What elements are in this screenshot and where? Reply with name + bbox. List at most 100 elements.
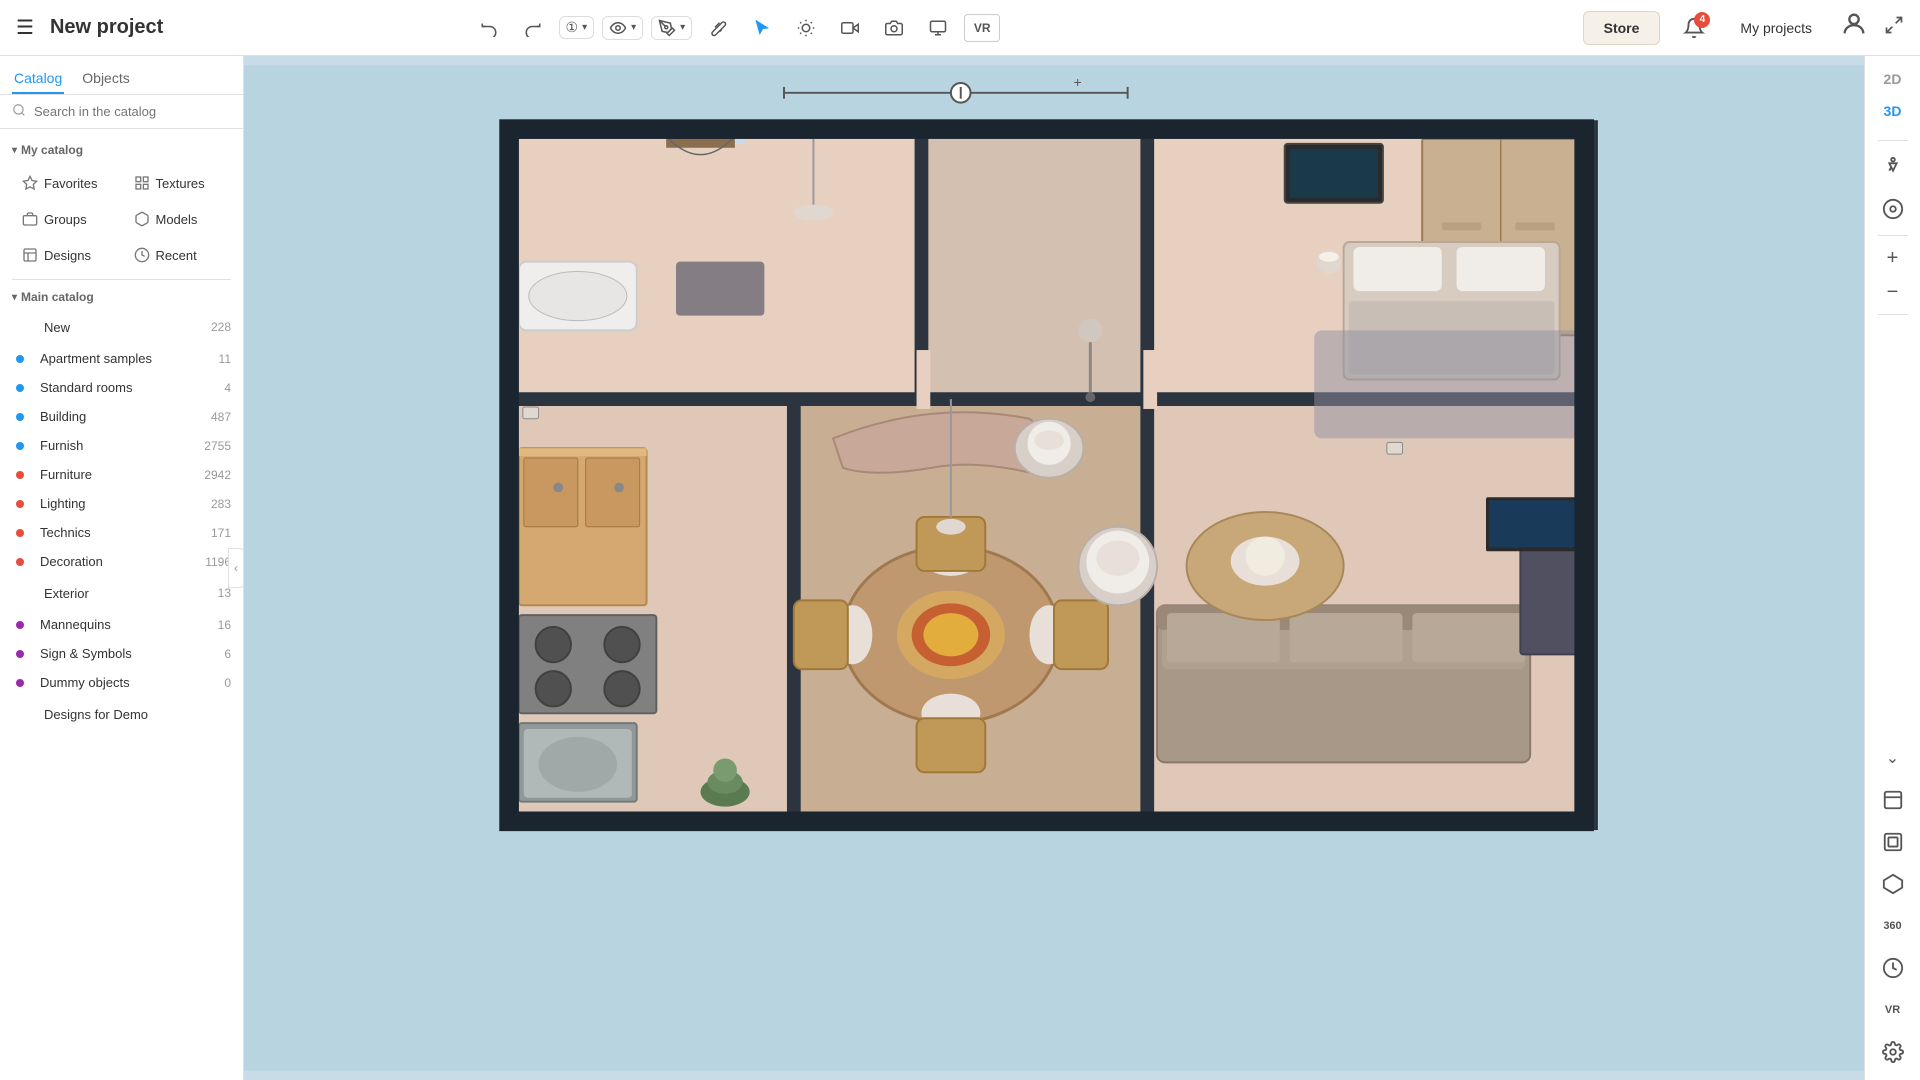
my-catalog-header[interactable]: ▾ My catalog: [0, 137, 243, 163]
main-content: Catalog Objects ▾ My catalog Favorites: [0, 56, 1920, 1080]
right-bottom-tools: ⌄ 360 VR: [1873, 738, 1913, 1072]
catalog-item-exterior[interactable]: Exterior 13: [0, 576, 243, 610]
my-catalog-chevron: ▾: [12, 145, 17, 156]
ruler-button[interactable]: [700, 10, 736, 46]
floor-button[interactable]: [920, 10, 956, 46]
catalog-item-name: Designs for Demo: [44, 707, 148, 722]
step-selector[interactable]: ① ▾: [559, 16, 595, 39]
layer-button[interactable]: [1873, 822, 1913, 862]
catalog-item-furnish[interactable]: Furnish 2755: [0, 431, 243, 460]
step-chevron: ▾: [582, 22, 587, 33]
divider-3: [1878, 314, 1908, 315]
catalog-item-count: 4: [224, 381, 231, 395]
floor-plan-view[interactable]: +: [244, 56, 1864, 1080]
view-360-button[interactable]: 360: [1873, 906, 1913, 946]
fullscreen-button[interactable]: [1884, 15, 1904, 40]
zoom-out-button[interactable]: −: [1873, 276, 1913, 308]
compass-button[interactable]: [1873, 189, 1913, 229]
catalog-item-apartment[interactable]: Apartment samples 11: [0, 344, 243, 373]
catalog-item-building[interactable]: Building 487: [0, 402, 243, 431]
camera-button[interactable]: [832, 10, 868, 46]
catalog-item-designs-demo[interactable]: Designs for Demo: [0, 697, 243, 731]
groups-button[interactable]: Groups: [12, 203, 120, 235]
zoom-in-button[interactable]: +: [1873, 242, 1913, 274]
sun-button[interactable]: [788, 10, 824, 46]
view-3d-button[interactable]: 3D: [1873, 96, 1913, 126]
designs-button[interactable]: Designs: [12, 239, 120, 271]
view-toggle[interactable]: ▾: [602, 16, 643, 40]
account-button[interactable]: [1840, 10, 1868, 45]
catalog-item-dummy[interactable]: Dummy objects 0: [0, 668, 243, 697]
catalog-item-new[interactable]: New 228: [0, 310, 243, 344]
catalog-item-name: Sign & Symbols: [40, 646, 132, 661]
building-dot: [16, 413, 24, 421]
main-catalog-label: Main catalog: [21, 290, 94, 304]
view-2d-button[interactable]: 2D: [1873, 64, 1913, 94]
timeline-button[interactable]: [1873, 948, 1913, 988]
lighting-dot: [16, 500, 24, 508]
catalog-item-name: Apartment samples: [40, 351, 152, 366]
notification-badge: 4: [1694, 12, 1710, 28]
step-label: ①: [566, 19, 579, 36]
recent-label: Recent: [156, 248, 197, 263]
catalog-item-standard[interactable]: Standard rooms 4: [0, 373, 243, 402]
designs-label: Designs: [44, 248, 91, 263]
catalog-item-name: Furnish: [40, 438, 83, 453]
settings-button[interactable]: [1873, 1032, 1913, 1072]
favorites-label: Favorites: [44, 176, 97, 191]
tab-objects[interactable]: Objects: [80, 64, 131, 94]
floor-view-button[interactable]: [1873, 780, 1913, 820]
catalog-item-mannequins[interactable]: Mannequins 16: [0, 610, 243, 639]
right-panel: 2D 3D + − ⌄: [1864, 56, 1920, 1080]
furniture-dot: [16, 471, 24, 479]
main-catalog-header[interactable]: ▾ Main catalog: [0, 284, 243, 310]
divider-2: [1878, 235, 1908, 236]
catalog-item-decoration[interactable]: Decoration 1196: [0, 547, 243, 576]
screenshot-button[interactable]: [876, 10, 912, 46]
my-catalog-items: Favorites Textures Groups Models Designs: [0, 163, 243, 275]
catalog-item-name: Exterior: [44, 586, 89, 601]
exterior-icon: [16, 583, 36, 603]
vr-view-button[interactable]: VR: [1873, 990, 1913, 1030]
tab-catalog[interactable]: Catalog: [12, 64, 64, 94]
notifications-button[interactable]: 4: [1676, 10, 1712, 46]
catalog-item-count: 283: [211, 497, 231, 511]
menu-icon[interactable]: ☰: [16, 15, 34, 40]
catalog-item-furniture[interactable]: Furniture 2942: [0, 460, 243, 489]
vr-button[interactable]: VR: [964, 14, 1000, 42]
sidebar-collapse-button[interactable]: ‹: [228, 548, 244, 588]
catalog-item-technics[interactable]: Technics 171: [0, 518, 243, 547]
catalog-item-count: 2942: [204, 468, 231, 482]
my-catalog-label: My catalog: [21, 143, 83, 157]
cursor-button[interactable]: [744, 10, 780, 46]
app-title: New project: [50, 16, 163, 39]
recent-button[interactable]: Recent: [124, 239, 232, 271]
store-button[interactable]: Store: [1583, 11, 1661, 45]
models-label: Models: [156, 212, 198, 227]
toolbar: ① ▾ ▾ ▾ VR: [471, 10, 1001, 46]
catalog-item-lighting[interactable]: Lighting 283: [0, 489, 243, 518]
search-input[interactable]: [34, 104, 231, 119]
catalog-item-count: 0: [224, 676, 231, 690]
standard-dot: [16, 384, 24, 392]
my-projects-button[interactable]: My projects: [1728, 12, 1824, 44]
catalog-item-name: Standard rooms: [40, 380, 133, 395]
groups-label: Groups: [44, 212, 87, 227]
chevron-down-button[interactable]: ⌄: [1873, 738, 1913, 778]
textures-button[interactable]: Textures: [124, 167, 232, 199]
catalog-item-count: 13: [218, 586, 231, 600]
shape-3d-button[interactable]: [1873, 864, 1913, 904]
new-icon: [16, 317, 36, 337]
catalog-item-count: 11: [219, 352, 231, 366]
catalog-item-count: 228: [211, 320, 231, 334]
walk-mode-button[interactable]: [1873, 147, 1913, 187]
models-button[interactable]: Models: [124, 203, 232, 235]
redo-button[interactable]: [515, 10, 551, 46]
sidebar-tabs: Catalog Objects: [0, 56, 243, 95]
draw-tool[interactable]: ▾: [651, 16, 692, 40]
favorites-button[interactable]: Favorites: [12, 167, 120, 199]
undo-button[interactable]: [471, 10, 507, 46]
sidebar: Catalog Objects ▾ My catalog Favorites: [0, 56, 244, 1080]
catalog-item-signs[interactable]: Sign & Symbols 6: [0, 639, 243, 668]
canvas-area[interactable]: +: [244, 56, 1864, 1080]
